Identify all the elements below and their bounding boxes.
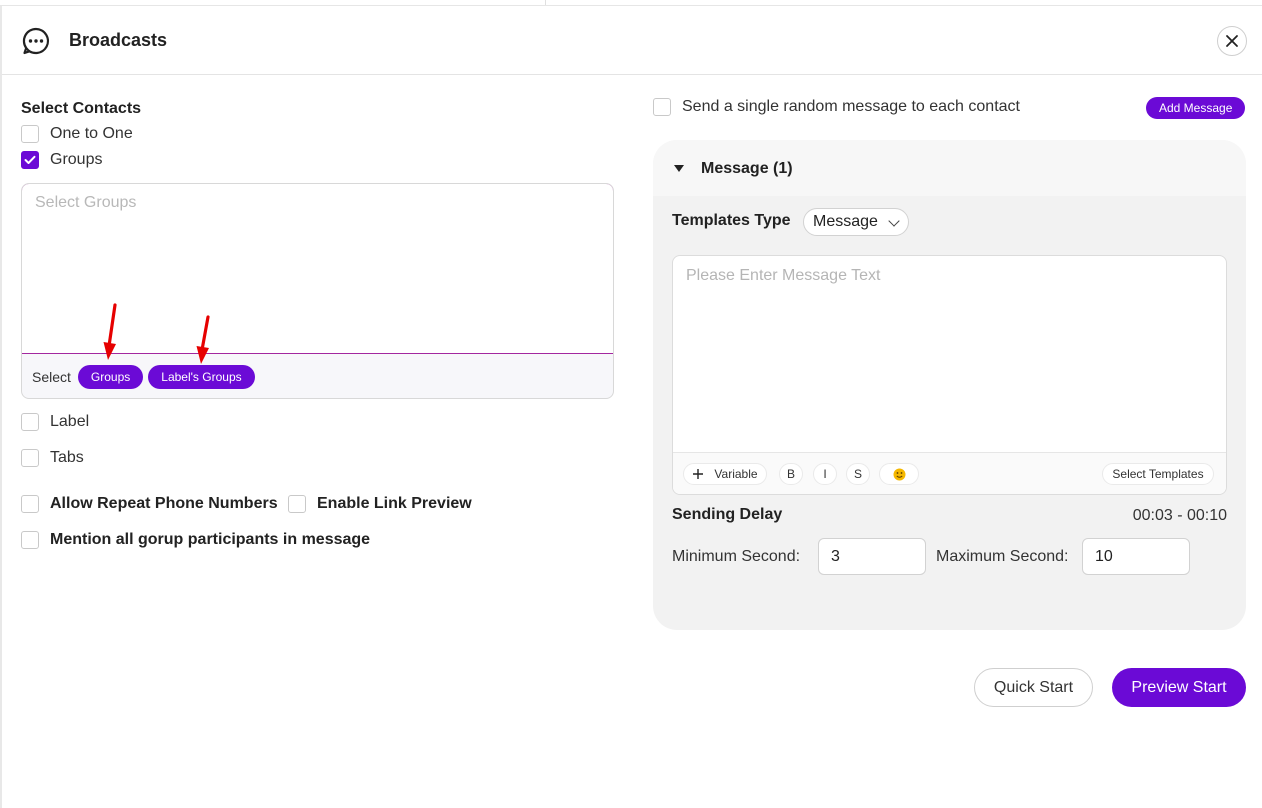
groups-label: Groups: [50, 151, 103, 168]
maximum-second-input[interactable]: 10: [1082, 538, 1190, 575]
one-to-one-label: One to One: [50, 125, 133, 142]
link-preview-label: Enable Link Preview: [317, 495, 472, 512]
bold-button[interactable]: B: [779, 463, 803, 485]
link-preview-checkbox[interactable]: [288, 495, 306, 513]
label-checkbox[interactable]: [21, 413, 39, 431]
annotation-arrow-icon: [196, 315, 210, 364]
groups-source-button[interactable]: Groups: [77, 365, 144, 389]
dialog-title: Broadcasts: [69, 30, 168, 50]
minimum-second-input[interactable]: 3: [818, 538, 926, 575]
message-panel-title: Message (1): [701, 160, 793, 177]
italic-button[interactable]: I: [813, 463, 837, 485]
top-strip-divider: [545, 0, 546, 5]
allow-repeat-option[interactable]: Allow Repeat Phone Numbers: [21, 495, 278, 513]
select-contacts-label: Select Contacts: [21, 100, 142, 117]
select-groups-placeholder: Select Groups: [35, 194, 137, 211]
message-toolbar: Variable B I S Select Templates: [673, 452, 1226, 494]
label-option[interactable]: Label: [21, 413, 89, 431]
templates-type-label: Templates Type: [672, 212, 791, 229]
maximum-second-label: Maximum Second:: [936, 548, 1069, 565]
quick-start-button[interactable]: Quick Start: [974, 668, 1093, 707]
preview-start-button[interactable]: Preview Start: [1112, 668, 1246, 707]
emoji-button[interactable]: [879, 463, 919, 485]
checkmark-icon: [24, 155, 36, 164]
sending-delay-range: 00:03 - 00:10: [1132, 507, 1227, 524]
close-icon: [1226, 35, 1238, 47]
add-message-button[interactable]: Add Message: [1146, 97, 1246, 119]
groups-checkbox[interactable]: [21, 151, 39, 169]
select-label: Select: [32, 369, 71, 385]
close-button[interactable]: [1217, 26, 1247, 56]
sending-delay-label: Sending Delay: [672, 506, 783, 523]
groups-option[interactable]: Groups: [21, 151, 102, 169]
caret-down-icon: [674, 165, 684, 172]
tabs-option[interactable]: Tabs: [21, 449, 84, 467]
strikethrough-button[interactable]: S: [846, 463, 870, 485]
allow-repeat-checkbox[interactable]: [21, 495, 39, 513]
chat-bubble-icon: [22, 27, 49, 55]
insert-variable-button[interactable]: Variable: [683, 463, 767, 485]
message-text-input[interactable]: Please Enter Message Text Variable B I S…: [672, 255, 1227, 495]
select-templates-button[interactable]: Select Templates: [1102, 463, 1214, 485]
message-text-placeholder: Please Enter Message Text: [686, 267, 881, 284]
allow-repeat-label: Allow Repeat Phone Numbers: [50, 495, 278, 512]
plus-icon: [693, 469, 704, 479]
annotation-arrow-icon: [103, 303, 117, 360]
message-panel-header[interactable]: Message (1): [653, 140, 1246, 196]
random-message-label: Send a single random message to each con…: [682, 98, 1020, 115]
message-panel: Message (1) Templates Type Message Pleas…: [653, 140, 1246, 630]
mention-all-label: Mention all gorup participants in messag…: [50, 531, 371, 548]
templates-type-value: Message: [813, 213, 878, 230]
one-to-one-option[interactable]: One to One: [21, 125, 133, 143]
variable-label: Variable: [714, 467, 758, 481]
dialog-header: Broadcasts: [2, 6, 1262, 75]
templates-type-select[interactable]: Message: [803, 208, 909, 236]
left-edge: [0, 6, 2, 808]
minimum-second-label: Minimum Second:: [672, 548, 801, 565]
select-source-row: Select Groups Label's Groups: [32, 365, 255, 389]
random-message-option[interactable]: Send a single random message to each con…: [653, 98, 1020, 116]
tabs-option-label: Tabs: [50, 449, 84, 466]
random-message-checkbox[interactable]: [653, 98, 671, 116]
tabs-checkbox[interactable]: [21, 449, 39, 467]
emoji-icon: [893, 468, 905, 480]
label-option-label: Label: [50, 413, 90, 430]
mention-all-option[interactable]: Mention all gorup participants in messag…: [21, 531, 370, 549]
one-to-one-checkbox[interactable]: [21, 125, 39, 143]
chevron-down-icon: [888, 215, 900, 227]
mention-all-checkbox[interactable]: [21, 531, 39, 549]
groups-picker: Select Groups Select Groups Label's Grou…: [21, 183, 614, 399]
link-preview-option[interactable]: Enable Link Preview: [288, 495, 472, 513]
